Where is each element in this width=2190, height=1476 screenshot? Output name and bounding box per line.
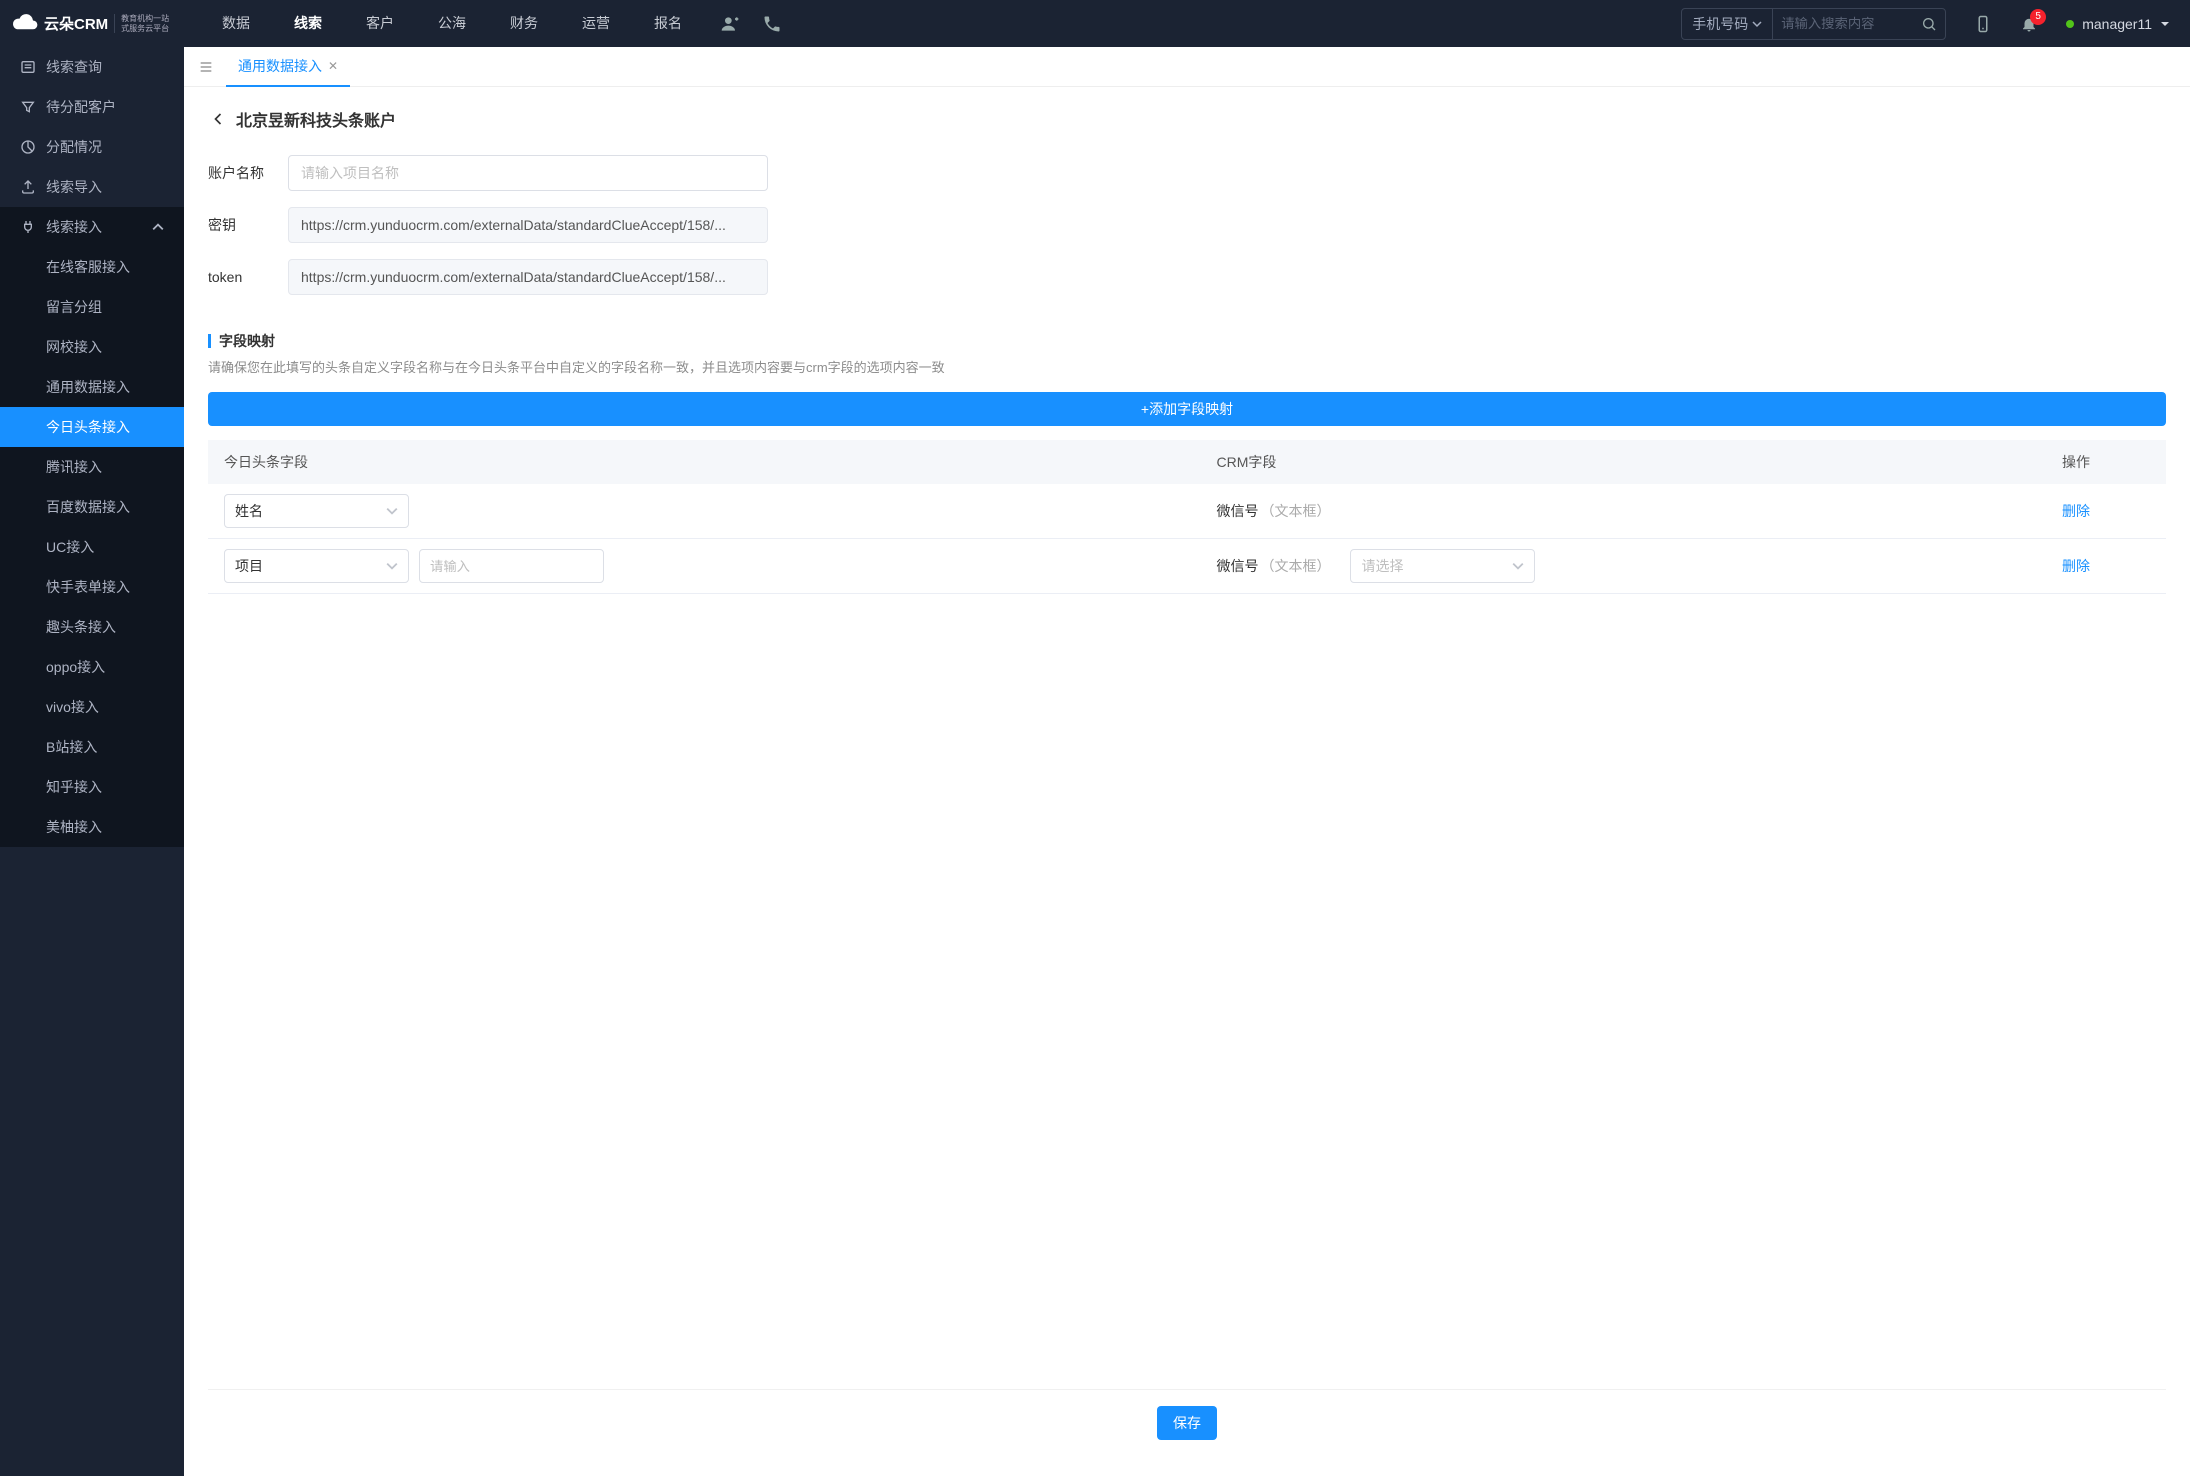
toutiao-field-input[interactable] [419,549,604,583]
table-col-2: 操作 [2046,440,2166,484]
logo-area: 云朵CRM 教育机构一站 式服务云平台 [12,13,184,35]
nav-item-3[interactable]: 公海 [422,0,482,47]
notification-badge: 5 [2030,9,2046,25]
app-header: 云朵CRM 教育机构一站 式服务云平台 数据线索客户公海财务运营报名 手机号码 … [0,0,2190,47]
submenu-item-3[interactable]: 通用数据接入 [0,367,184,407]
section-bar-icon [208,334,211,348]
submenu-item-11[interactable]: vivo接入 [0,687,184,727]
close-icon[interactable]: ✕ [328,59,338,73]
chevron-left-icon [208,109,228,129]
table-row: 项目 微信号（文本框） 请选择 删除 [208,539,2166,594]
submenu-item-7[interactable]: UC接入 [0,527,184,567]
cloud-logo-icon [12,13,40,35]
toutiao-field-select[interactable]: 项目 [224,549,409,583]
filter-icon [20,99,36,115]
section-title: 字段映射 [219,331,275,351]
chevron-down-icon [386,505,398,517]
nav-item-1[interactable]: 线索 [278,0,338,47]
table-col-0: 今日头条字段 [208,440,1200,484]
crm-field-select[interactable]: 请选择 [1350,549,1535,583]
delete-button[interactable]: 删除 [2062,558,2090,574]
footer: 保存 [208,1389,2166,1456]
search-button[interactable] [1913,16,1945,32]
submenu-item-2[interactable]: 网校接入 [0,327,184,367]
back-button[interactable] [208,109,228,129]
menu-item-3[interactable]: 线索导入 [0,167,184,207]
page-title: 北京昱新科技头条账户 [236,107,396,131]
nav-item-0[interactable]: 数据 [206,0,266,47]
nav-icons [720,14,782,34]
phone-icon[interactable] [762,14,782,34]
table-col-1: CRM字段 [1200,440,2046,484]
toutiao-field-select[interactable]: 姓名 [224,494,409,528]
delete-button[interactable]: 删除 [2062,503,2090,519]
bell-icon[interactable]: 5 [2020,15,2038,33]
submenu-item-1[interactable]: 留言分组 [0,287,184,327]
submenu-item-14[interactable]: 美柚接入 [0,807,184,847]
header-right: 5 manager11 [1974,15,2178,33]
sidebar: 线索查询待分配客户分配情况线索导入线索接入在线客服接入留言分组网校接入通用数据接… [0,47,184,1476]
search-input[interactable] [1773,16,1913,31]
tab-0[interactable]: 通用数据接入✕ [226,47,350,87]
tabs-collapse-button[interactable] [194,55,218,79]
brand-subtitle: 教育机构一站 式服务云平台 [114,14,169,33]
add-mapping-button[interactable]: +添加字段映射 [208,392,2166,426]
mobile-icon[interactable] [1974,15,1992,33]
status-dot-icon [2066,20,2074,28]
secret-label: 密钥 [208,215,288,235]
secret-input[interactable] [288,207,768,243]
section-header: 字段映射 [208,331,2166,351]
content: 北京昱新科技头条账户 账户名称 密钥 token 字段映射 请确保您在此填写的头… [184,87,2190,1476]
submenu-item-10[interactable]: oppo接入 [0,647,184,687]
submenu-item-4[interactable]: 今日头条接入 [0,407,184,447]
crm-field-name: 微信号 [1216,558,1258,574]
upload-icon [20,179,36,195]
submenu-item-5[interactable]: 腾讯接入 [0,447,184,487]
section-hint: 请确保您在此填写的头条自定义字段名称与在今日头条平台中自定义的字段名称一致，并且… [208,357,2166,376]
table-row: 姓名 微信号（文本框） 删除 [208,484,2166,539]
account-name-input[interactable] [288,155,768,191]
search-icon [1921,16,1937,32]
search-group: 手机号码 [1681,8,1946,40]
menu-item-2[interactable]: 分配情况 [0,127,184,167]
chevron-down-icon [1512,560,1524,572]
submenu-item-8[interactable]: 快手表单接入 [0,567,184,607]
nav-item-5[interactable]: 运营 [566,0,626,47]
pie-icon [20,139,36,155]
submenu-item-12[interactable]: B站接入 [0,727,184,767]
submenu-item-9[interactable]: 趣头条接入 [0,607,184,647]
nav-item-4[interactable]: 财务 [494,0,554,47]
list-icon [20,59,36,75]
user-menu[interactable]: manager11 [2066,16,2170,32]
search-type-select[interactable]: 手机号码 [1682,9,1773,39]
tabs-bar: 通用数据接入✕ [184,47,2190,87]
nav-item-6[interactable]: 报名 [638,0,698,47]
crm-field-type: （文本框） [1260,558,1330,574]
page-header: 北京昱新科技头条账户 [208,107,2166,131]
main-nav: 数据线索客户公海财务运营报名 [206,0,698,47]
nav-item-2[interactable]: 客户 [350,0,410,47]
menu-item-4[interactable]: 线索接入 [0,207,184,247]
submenu-item-13[interactable]: 知乎接入 [0,767,184,807]
menu-item-0[interactable]: 线索查询 [0,47,184,87]
submenu-item-6[interactable]: 百度数据接入 [0,487,184,527]
menu-item-1[interactable]: 待分配客户 [0,87,184,127]
mapping-table: 今日头条字段CRM字段操作 姓名微信号（文本框）删除项目微信号（文本框）请选择删… [208,440,2166,594]
crm-field-type: （文本框） [1260,503,1330,519]
user-add-icon[interactable] [720,14,740,34]
submenu-item-0[interactable]: 在线客服接入 [0,247,184,287]
token-input[interactable] [288,259,768,295]
brand-name: 云朵CRM [44,13,108,34]
chevron-down-icon [1752,19,1762,29]
menu-fold-icon [198,59,214,75]
chevron-down-icon [386,560,398,572]
plug-icon [20,219,36,235]
crm-field-name: 微信号 [1216,503,1258,519]
token-label: token [208,269,288,285]
account-name-label: 账户名称 [208,163,288,183]
caret-down-icon [2160,19,2170,29]
save-button[interactable]: 保存 [1157,1406,1217,1440]
main-area: 通用数据接入✕ 北京昱新科技头条账户 账户名称 密钥 token [184,47,2190,1476]
chevron-up-icon [152,221,164,233]
